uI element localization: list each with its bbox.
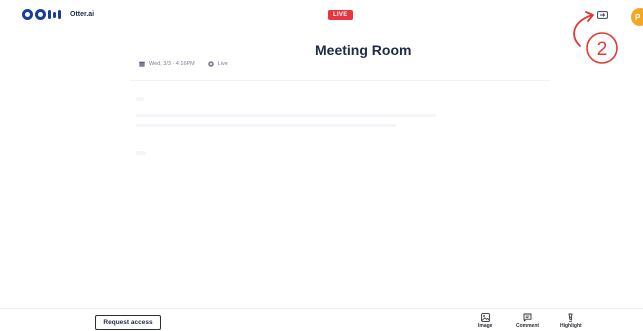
comment-tool-button[interactable]: Comment [516, 313, 539, 329]
comment-tool-label: Comment [516, 323, 540, 329]
request-access-button[interactable]: Request access [95, 315, 161, 330]
avatar-initial: P [635, 12, 641, 22]
transcript-line [136, 114, 436, 117]
live-badge: LIVE [328, 10, 353, 20]
otter-logo[interactable]: Otter.ai [22, 9, 94, 20]
meeting-title: Meeting Room [315, 42, 412, 58]
calendar-icon [139, 61, 145, 67]
otter-logo-icon [22, 9, 61, 20]
meeting-meta: Wed, 3/3 · 4:16PM Live [139, 61, 228, 67]
annotation-number: 2 [597, 39, 608, 60]
image-tool-label: Image [478, 323, 493, 329]
meeting-date: Wed, 3/3 · 4:16PM [149, 61, 195, 67]
highlight-tool-label: Highlight [560, 323, 582, 329]
highlight-icon [568, 313, 573, 322]
meeting-status: Live [217, 61, 228, 67]
live-status-icon [207, 61, 214, 67]
otter-meeting-page: Otter.ai LIVE P 2 Meeting Room Wed, 3/3 … [0, 0, 643, 331]
speaker-placeholder [136, 151, 146, 155]
highlight-tool-button[interactable]: Highlight [560, 313, 582, 329]
speaker-placeholder [136, 97, 144, 101]
brand-name: Otter.ai [70, 11, 95, 18]
image-tool-button[interactable]: Image [478, 313, 492, 329]
transcript-line [136, 124, 396, 127]
comment-icon [523, 313, 532, 322]
image-icon [480, 313, 490, 322]
header-divider [130, 80, 550, 81]
annotation-arrow-icon: 2 [573, 11, 618, 64]
user-avatar[interactable]: P [631, 8, 643, 26]
